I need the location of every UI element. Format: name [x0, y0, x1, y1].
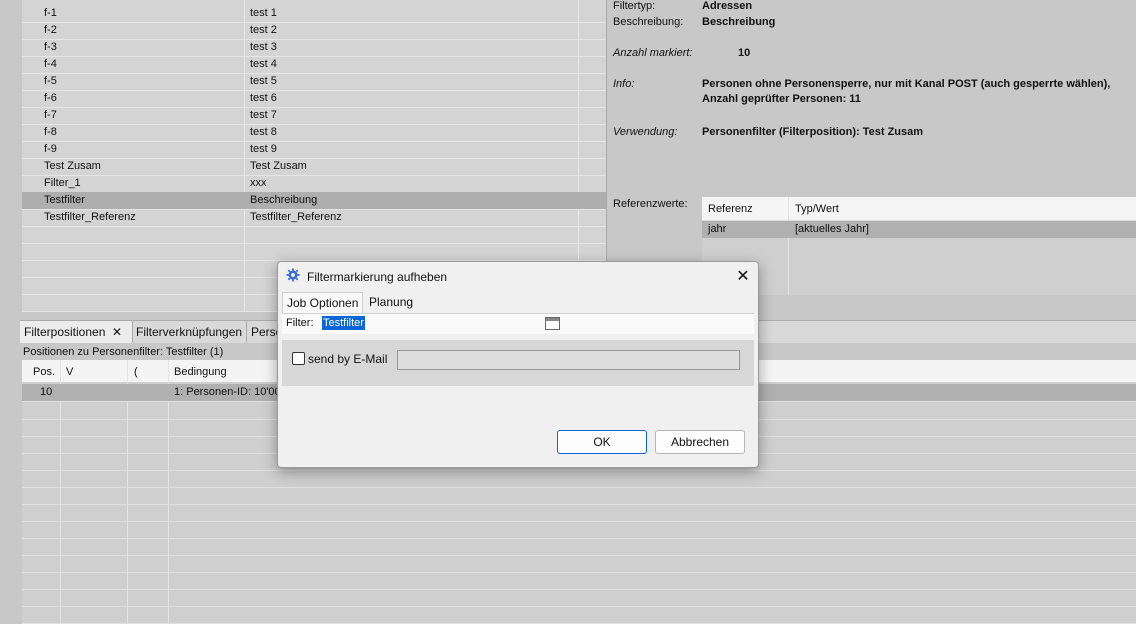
table-row[interactable]: jahr [aktuelles Jahr] — [702, 221, 1136, 238]
referenzwerte-label: Referenzwerte: — [613, 198, 688, 210]
verwendung-label: Verwendung: — [613, 126, 678, 138]
positions-caption: Positionen zu Personenfilter: Testfilter… — [23, 346, 224, 358]
column-header-typ-wert[interactable]: Typ/Wert — [795, 203, 839, 215]
tab-filterpositionen[interactable]: Filterpositionen ✕ — [20, 321, 133, 343]
table-row[interactable] — [22, 538, 1136, 556]
filter-desc-cell: Test Zusam — [250, 160, 307, 172]
filter-desc-cell: test 7 — [250, 109, 277, 121]
table-row[interactable]: f-4 test 4 — [22, 56, 606, 74]
table-row[interactable]: f-6 test 6 — [22, 90, 606, 108]
table-row[interactable] — [22, 470, 1136, 488]
column-divider — [788, 197, 789, 295]
table-row[interactable]: Filter_1 xxx — [22, 175, 606, 193]
pos-cell: 10 — [40, 386, 53, 398]
info-label: Info: — [613, 78, 635, 90]
referenz-table-header: Referenz Typ/Wert — [702, 197, 1136, 221]
table-row[interactable] — [22, 226, 606, 244]
filter-desc-cell: test 4 — [250, 58, 277, 70]
bedingung-cell: 1: Personen-ID: 10'00 — [174, 386, 281, 398]
column-header-pos[interactable]: Pos. — [33, 366, 55, 378]
table-row[interactable]: f-9 test 9 — [22, 141, 606, 159]
filter-name-cell: Testfilter — [44, 194, 85, 206]
close-icon[interactable]: ✕ — [734, 266, 752, 286]
filter-name-cell: Filter_1 — [44, 177, 81, 189]
gear-icon — [286, 268, 300, 282]
ok-button[interactable]: OK — [557, 430, 647, 454]
table-row[interactable]: Testfilter_Referenz Testfilter_Referenz — [22, 209, 606, 227]
filtertyp-value: Adressen — [702, 0, 753, 12]
table-row[interactable]: f-1 test 1 — [22, 5, 606, 23]
filter-input[interactable]: Testfilter — [322, 316, 546, 331]
filter-value: Testfilter — [322, 316, 365, 330]
filter-name-cell: f-9 — [44, 143, 57, 155]
info-line1: Personen ohne Personensperre, nur mit Ka… — [702, 78, 1111, 90]
table-row[interactable] — [22, 606, 1136, 624]
filter-name-cell: f-2 — [44, 24, 57, 36]
anzahl-value: 10 — [738, 47, 751, 59]
filter-desc-cell: test 8 — [250, 126, 277, 138]
column-header-referenz[interactable]: Referenz — [708, 203, 753, 215]
filter-name-cell: f-5 — [44, 75, 57, 87]
verwendung-value: Personenfilter (Filterposition): Test Zu… — [702, 126, 924, 138]
table-row[interactable] — [22, 243, 606, 261]
filter-desc-cell: test 3 — [250, 41, 277, 53]
email-option-box: send by E-Mail — [282, 340, 754, 386]
filtertyp-label: Filtertyp: — [613, 0, 656, 12]
column-header-v[interactable]: V — [66, 366, 73, 378]
cancel-button[interactable]: Abbrechen — [655, 430, 745, 454]
filter-label: Filter: — [286, 317, 314, 329]
send-email-label: send by E-Mail — [308, 352, 388, 366]
beschreibung-value: Beschreibung — [702, 16, 776, 28]
table-row[interactable] — [22, 555, 1136, 573]
table-row[interactable] — [22, 521, 1136, 539]
filter-name-cell: f-1 — [44, 7, 57, 19]
referenz-table: Referenz Typ/Wert jahr [aktuelles Jahr] — [702, 197, 1136, 295]
table-row[interactable]: f-3 test 3 — [22, 39, 606, 57]
table-row[interactable]: f-5 test 5 — [22, 73, 606, 91]
filter-desc-cell: test 9 — [250, 143, 277, 155]
close-icon[interactable]: ✕ — [112, 321, 122, 343]
filter-name-cell: Test Zusam — [44, 160, 101, 172]
filter-name-cell: f-7 — [44, 109, 57, 121]
table-row[interactable] — [22, 589, 1136, 607]
email-field[interactable] — [397, 350, 740, 370]
filter-desc-cell: test 1 — [250, 7, 277, 19]
filter-desc-cell: Beschreibung — [250, 194, 318, 206]
table-row[interactable]: f-7 test 7 — [22, 107, 606, 125]
filter-name-cell: f-6 — [44, 92, 57, 104]
filter-desc-cell: Testfilter_Referenz — [250, 211, 342, 223]
table-row[interactable]: Test Zusam Test Zusam — [22, 158, 606, 176]
typ-cell: [aktuelles Jahr] — [795, 223, 869, 235]
filter-name-cell: f-4 — [44, 58, 57, 70]
table-row[interactable] — [22, 572, 1136, 590]
filter-desc-cell: test 6 — [250, 92, 277, 104]
table-row[interactable]: Testfilter Beschreibung — [22, 192, 606, 210]
tab-filterverknuepfungen[interactable]: Filterverknüpfungen — [132, 321, 248, 343]
filter-name-cell: f-3 — [44, 41, 57, 53]
tab-job-optionen[interactable]: Job Optionen — [282, 292, 364, 314]
filtermarkierung-dialog: Filtermarkierung aufheben ✕ Job Optionen… — [277, 261, 759, 468]
info-line2: Anzahl geprüfter Personen: 11 — [702, 93, 861, 105]
table-row[interactable] — [22, 487, 1136, 505]
filter-desc-cell: xxx — [250, 177, 267, 189]
send-email-checkbox[interactable] — [292, 352, 305, 365]
filter-desc-cell: test 5 — [250, 75, 277, 87]
dialog-title: Filtermarkierung aufheben — [307, 270, 448, 284]
ref-cell: jahr — [708, 223, 727, 235]
filter-name-cell: f-8 — [44, 126, 57, 138]
filter-row: Filter: Testfilter — [282, 313, 754, 334]
filter-desc-cell: test 2 — [250, 24, 277, 36]
calendar-icon[interactable] — [545, 317, 560, 330]
column-header-paren[interactable]: ( — [134, 366, 138, 378]
tab-label: Filterpositionen — [24, 325, 106, 339]
table-row[interactable] — [22, 504, 1136, 522]
table-row[interactable]: f-8 test 8 — [22, 124, 606, 142]
tab-planung[interactable]: Planung — [365, 292, 417, 313]
column-header-bedingung[interactable]: Bedingung — [174, 366, 227, 378]
filter-name-cell: Testfilter_Referenz — [44, 211, 136, 223]
table-row[interactable]: f-2 test 2 — [22, 22, 606, 40]
anzahl-label: Anzahl markiert: — [613, 47, 693, 59]
beschreibung-label: Beschreibung: — [613, 16, 684, 28]
